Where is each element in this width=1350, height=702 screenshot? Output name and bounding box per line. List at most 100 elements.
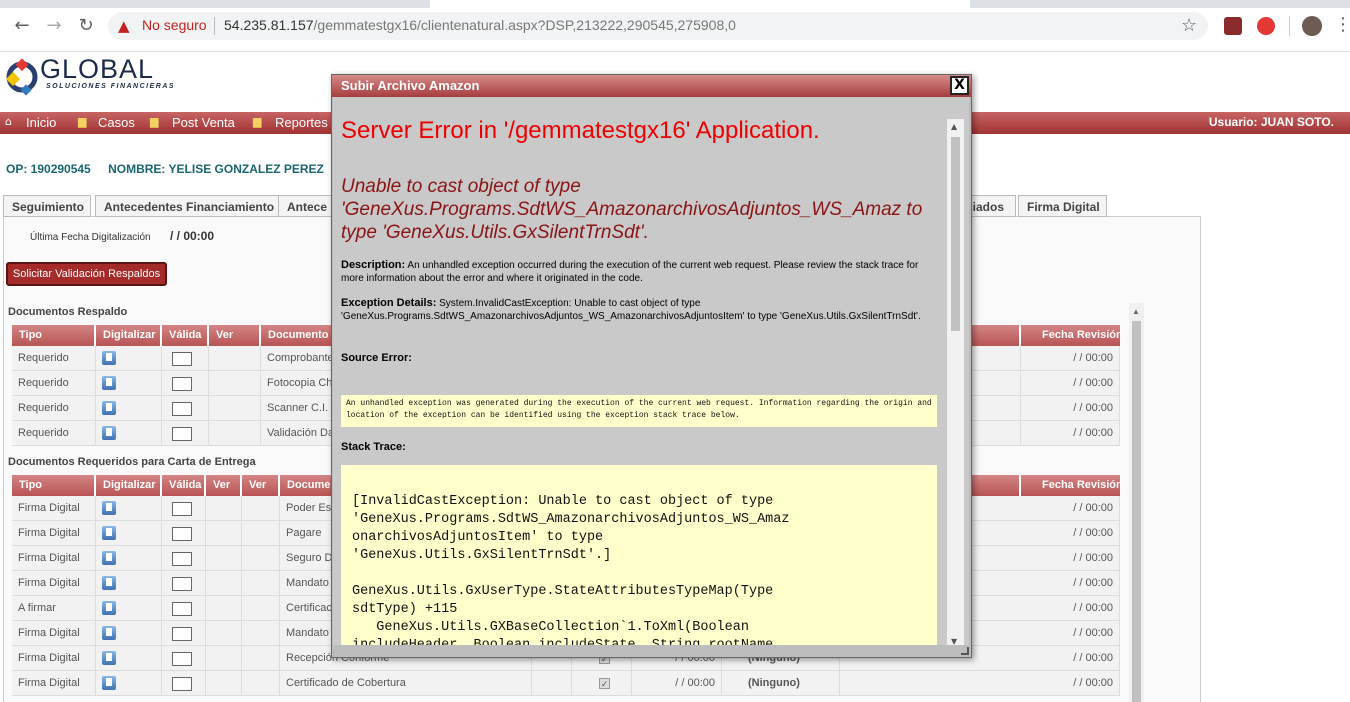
upload-icon[interactable]	[102, 376, 116, 390]
folder-icon[interactable]: ▆	[150, 115, 158, 128]
document-box-icon[interactable]	[172, 427, 192, 441]
reload-icon[interactable]: ↻	[76, 16, 96, 36]
error-title: Server Error in '/gemmatestgx16' Applica…	[341, 117, 820, 144]
forward-icon[interactable]: →	[44, 16, 64, 36]
ver-cell	[206, 671, 242, 696]
scroll-up-icon[interactable]: ▲	[1132, 307, 1140, 316]
col-ver[interactable]: Ver	[206, 475, 242, 496]
nav-post-venta[interactable]: Post Venta	[172, 115, 235, 130]
nav-reportes[interactable]: Reportes	[275, 115, 328, 130]
browser-toolbar: ← → ↻ ▲ No seguro 54.235.81.157/gemmates…	[0, 0, 1350, 52]
tab-firma-digital[interactable]: Firma Digital	[1018, 195, 1107, 217]
scroll-up-icon[interactable]: ▲	[951, 122, 957, 131]
upload-icon[interactable]	[102, 501, 116, 515]
modal-title[interactable]: Subir Archivo Amazon	[332, 75, 971, 97]
bookmark-star-icon[interactable]: ☆	[1181, 15, 1197, 36]
scroll-thumb[interactable]	[1132, 321, 1141, 702]
ver-cell-2	[242, 496, 280, 521]
cell-tipo: Requerido	[12, 371, 96, 396]
digitalizar-cell	[96, 521, 162, 546]
exception-label: Exception Details:	[341, 297, 437, 309]
global-logo[interactable]: GLOBAL SOLUCIONES FINANCIERAS	[0, 46, 180, 104]
ver-cell-2	[242, 596, 280, 621]
col-fecha-revision[interactable]: Fecha Revisión	[1021, 475, 1120, 496]
upload-icon[interactable]	[102, 526, 116, 540]
valida-cell	[162, 521, 206, 546]
checkbox-icon[interactable]: ✓	[599, 678, 610, 689]
col-digitalizar[interactable]: Digitalizar	[96, 475, 162, 496]
cell-tipo: Firma Digital	[12, 671, 96, 696]
upload-icon[interactable]	[102, 426, 116, 440]
resize-grip-icon[interactable]	[961, 647, 969, 655]
tab-antecedentes[interactable]: Antece	[278, 195, 338, 217]
valida-cell	[162, 671, 206, 696]
document-box-icon[interactable]	[172, 552, 192, 566]
col-tipo[interactable]: Tipo	[12, 475, 96, 496]
profile-avatar[interactable]	[1302, 16, 1322, 36]
page-scrollbar[interactable]: ▲	[1129, 303, 1144, 702]
cell-fecha-revision: / / 00:00	[1021, 521, 1120, 546]
toolbar-divider	[1289, 16, 1290, 36]
upload-icon[interactable]	[102, 576, 116, 590]
description-text: An unhandled exception occurred during t…	[341, 260, 919, 284]
source-error-label: Source Error:	[341, 352, 412, 364]
document-box-icon[interactable]	[172, 377, 192, 391]
upload-icon[interactable]	[102, 401, 116, 415]
valida-cell	[162, 621, 206, 646]
tab-seguimiento[interactable]: Seguimiento	[3, 195, 91, 217]
extension-icon[interactable]	[1257, 17, 1275, 35]
document-box-icon[interactable]	[172, 502, 192, 516]
solicitar-validacion-button[interactable]: Solicitar Validación Respaldos	[6, 262, 167, 286]
document-box-icon[interactable]	[172, 577, 192, 591]
back-icon[interactable]: ←	[12, 16, 32, 36]
scroll-down-icon[interactable]: ▼	[951, 637, 957, 645]
upload-icon[interactable]	[102, 601, 116, 615]
folder-icon[interactable]: ▆	[78, 115, 86, 128]
pdf-extension-icon[interactable]	[1224, 17, 1242, 35]
col-digitalizar[interactable]: Digitalizar	[96, 325, 162, 346]
document-box-icon[interactable]	[172, 527, 192, 541]
col-fecha-revision[interactable]: Fecha Revisión	[1021, 325, 1120, 346]
upload-icon[interactable]	[102, 551, 116, 565]
home-icon[interactable]: ⌂	[5, 115, 12, 128]
client-name: NOMBRE: YELISE GONZALEZ PEREZ	[108, 162, 324, 176]
document-box-icon[interactable]	[172, 352, 192, 366]
ver-cell	[206, 546, 242, 571]
close-icon[interactable]: X	[950, 76, 969, 95]
cell-fecha-revision: / / 00:00	[1021, 646, 1120, 671]
upload-icon[interactable]	[102, 676, 116, 690]
tab-antecedentes-financiamiento[interactable]: Antecedentes Financiamiento	[95, 195, 284, 217]
col-ver[interactable]: Ver	[209, 325, 261, 346]
document-box-icon[interactable]	[172, 602, 192, 616]
col-tipo[interactable]: Tipo	[12, 325, 96, 346]
valida-cell	[162, 596, 206, 621]
menu-icon[interactable]: ⋮	[1334, 14, 1350, 35]
nav-casos[interactable]: Casos	[98, 115, 135, 130]
cell-fecha-revision: / / 00:00	[1021, 421, 1120, 446]
ver-cell	[206, 596, 242, 621]
col-valida[interactable]: Válida	[162, 475, 206, 496]
scroll-thumb[interactable]	[951, 137, 960, 331]
modal-vertical-scrollbar[interactable]: ▲ ▼	[947, 119, 964, 645]
valida-cell	[162, 396, 209, 421]
upload-icon[interactable]	[102, 626, 116, 640]
document-box-icon[interactable]	[172, 627, 192, 641]
browser-tab[interactable]	[430, 0, 970, 8]
security-label[interactable]: No seguro	[142, 17, 207, 33]
col-ver-2[interactable]: Ver	[242, 475, 280, 496]
nav-inicio[interactable]: Inicio	[26, 115, 56, 130]
cell-fecha-revision: / / 00:00	[1021, 546, 1120, 571]
valida-cell	[162, 546, 206, 571]
document-box-icon[interactable]	[172, 652, 192, 666]
cell-blank	[532, 671, 572, 696]
folder-icon[interactable]: ▆	[253, 115, 261, 128]
url-text[interactable]: 54.235.81.157/gemmatestgx16/clientenatur…	[224, 17, 736, 33]
warning-icon[interactable]: ▲	[118, 17, 136, 35]
cell-fecha-revision: / / 00:00	[1021, 396, 1120, 421]
document-box-icon[interactable]	[172, 402, 192, 416]
upload-icon[interactable]	[102, 351, 116, 365]
document-box-icon[interactable]	[172, 677, 192, 691]
col-valida[interactable]: Válida	[162, 325, 209, 346]
digitalizar-cell	[96, 421, 162, 446]
upload-icon[interactable]	[102, 651, 116, 665]
